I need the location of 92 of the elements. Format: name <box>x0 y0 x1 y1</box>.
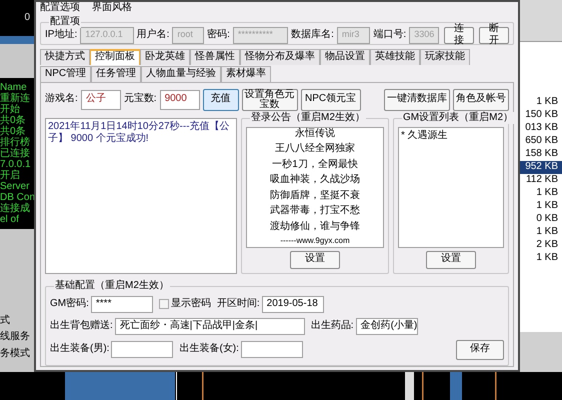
tab[interactable]: 物品设置 <box>320 48 370 64</box>
side-label: 务模式 <box>0 348 31 360</box>
list-item[interactable]: * 久遇源生 <box>401 130 501 142</box>
input-field[interactable]: 公子 <box>80 90 121 110</box>
input-field[interactable] <box>240 341 303 358</box>
file-size[interactable]: 158 KB <box>520 148 562 161</box>
console-line: 7.0.0.1 <box>0 159 32 170</box>
console-line: 排行榜 <box>0 137 31 148</box>
console-line: 共0条 <box>0 115 27 126</box>
counter-value: 0 <box>24 12 30 24</box>
field-label: IP地址: <box>45 28 78 42</box>
console-line: el of <box>0 214 20 225</box>
tab[interactable]: 素材爆率 <box>221 66 272 82</box>
side-label: 式 <box>0 314 11 327</box>
tab[interactable]: 快捷方式 <box>40 48 90 64</box>
console-line: 共0条 <box>0 126 26 137</box>
announcement-line: 防御盾牌，坚挺不衰 <box>270 190 360 202</box>
announcement-line: 吸血神装，久战沙场 <box>270 174 360 187</box>
tab[interactable]: 任务管理 <box>91 66 142 82</box>
log-line: 2021年11月1日14时10分27秒---充值【公子】 9000 个元宝成功! <box>48 120 231 146</box>
input-field[interactable]: 死亡面纱・高速|下品战甲|金条| <box>114 318 305 334</box>
field-label: 密码: <box>207 28 230 42</box>
button[interactable]: 一键清数据库 <box>384 88 450 110</box>
field-label: 出生装备(男): <box>50 343 110 356</box>
menu-item[interactable]: 界面风格 <box>92 2 132 14</box>
field-label: 数据库名: <box>291 28 334 42</box>
announcement-line: ------www.9gyx.com <box>280 236 350 246</box>
field-label: 游戏名: <box>45 93 78 106</box>
header-bar <box>520 0 562 42</box>
console-line: 已连接 <box>0 148 31 159</box>
tab[interactable]: 怪兽属性 <box>190 48 240 64</box>
tab[interactable]: 英雄技能 <box>370 48 420 64</box>
button[interactable]: 设置角色元宝数 <box>242 88 298 110</box>
checkbox-label: 显示密码 <box>170 298 211 310</box>
field-label: 出生药品: <box>310 320 354 332</box>
tab[interactable]: 人物血量与经验 <box>141 66 222 82</box>
group-title: GM设置列表（重启M2） <box>402 112 514 124</box>
button[interactable]: 角色及帐号 <box>453 88 509 110</box>
tab[interactable]: 玩家技能 <box>420 48 470 64</box>
side-label: 线服务 <box>0 331 31 344</box>
field-label: 用户名: <box>136 28 170 42</box>
file-size[interactable]: 013 KB <box>520 122 562 135</box>
announcement-line: 王八八经全网独家 <box>275 143 355 156</box>
file-size[interactable]: 1 KB <box>520 187 562 200</box>
console-line: Name <box>0 82 28 93</box>
tab[interactable]: 卧龙英雄 <box>140 48 190 64</box>
field-label: 元宝数: <box>124 93 157 106</box>
panel-background <box>520 332 562 372</box>
input-field[interactable]: 金创药(小量) <box>356 318 418 334</box>
console-line: 开启 <box>0 170 21 181</box>
file-size[interactable]: 150 KB <box>520 109 562 122</box>
checkbox[interactable] <box>158 299 169 309</box>
console-line: 重新连 <box>0 93 31 104</box>
file-size[interactable]: 650 KB <box>520 135 562 148</box>
tab[interactable]: 控制面板 <box>90 48 140 64</box>
announcement-line: 武器带毒，打宝不愁 <box>270 205 360 218</box>
file-size[interactable]: 2 KB <box>520 239 562 252</box>
input-field[interactable]: 9000 <box>160 90 200 110</box>
file-size[interactable]: 0 KB <box>520 213 562 226</box>
console-line: Server <box>0 181 30 192</box>
file-size[interactable]: 1 KB <box>520 96 562 109</box>
console-line: 开始 <box>0 104 21 115</box>
console-line: DB Con <box>0 192 34 203</box>
button[interactable]: NPC领元宝 <box>300 88 361 110</box>
field-label: 出生装备(女): <box>179 343 239 356</box>
menu-item[interactable]: 配置选项 <box>40 2 80 14</box>
file-size[interactable]: 112 KB <box>520 174 562 187</box>
tab[interactable]: NPC管理 <box>40 66 92 82</box>
announcement-line: 渡劫修仙，谁与争锋 <box>270 220 360 234</box>
group-title: 登录公告（重启M2生效） <box>250 112 366 124</box>
input-field[interactable]: 2019-05-18 <box>262 296 324 312</box>
input-field[interactable]: **** <box>90 296 153 312</box>
button[interactable]: 设置 <box>290 250 340 268</box>
button[interactable]: 充值 <box>202 88 239 110</box>
field-label: 开区时间: <box>216 298 260 310</box>
group-title: 基础配置（重启M2生效） <box>54 280 170 292</box>
field-label: GM密码: <box>50 298 89 310</box>
button[interactable]: 设置 <box>426 250 476 268</box>
console-line: 连接成 <box>0 203 31 214</box>
file-size[interactable]: 952 KB <box>520 161 562 174</box>
file-size[interactable]: 1 KB <box>520 252 562 265</box>
file-size[interactable]: 1 KB <box>520 226 562 239</box>
field-label: 出生背包赠送: <box>50 320 113 332</box>
input-field[interactable] <box>111 341 174 358</box>
button[interactable]: 保存 <box>456 340 504 360</box>
title-bar <box>0 36 34 44</box>
announcement-line: 一秒1刀，全网最快 <box>272 158 358 172</box>
group-title: 配置项 <box>49 16 81 28</box>
field-label: 端口号: <box>373 28 406 42</box>
file-size[interactable]: 1 KB <box>520 200 562 213</box>
announcement-line: 永恒传说 <box>295 128 335 140</box>
tab[interactable]: 怪物分布及爆率 <box>240 48 320 64</box>
